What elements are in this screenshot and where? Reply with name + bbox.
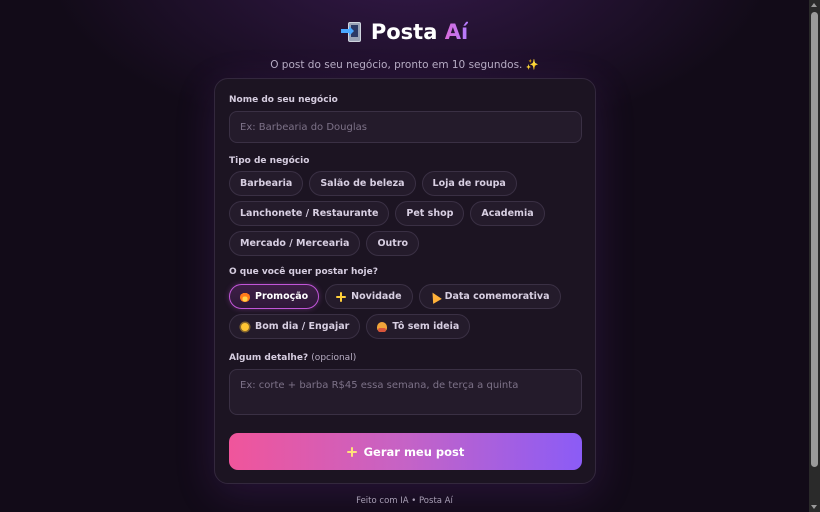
business-name-input[interactable] xyxy=(229,111,582,143)
chip-label: Promoção xyxy=(255,291,309,302)
chip-data-comemorativa[interactable]: Data comemorativa xyxy=(418,284,561,309)
brand-name-accent: Aí xyxy=(444,20,469,44)
post-goal-chips: Promoção Novidade Data comemorativa Bom … xyxy=(229,284,585,339)
business-type-label: Tipo de negócio xyxy=(229,156,310,166)
mobile-phone-arrow-icon xyxy=(340,21,363,43)
chip-outro[interactable]: Outro xyxy=(366,231,420,256)
chip-academia[interactable]: Academia xyxy=(470,201,545,226)
chip-barbearia[interactable]: Barbearia xyxy=(229,171,304,196)
fire-icon xyxy=(240,291,250,302)
chip-mercado-mercearia[interactable]: Mercado / Mercearia xyxy=(229,231,361,256)
chip-pet-shop[interactable]: Pet shop xyxy=(395,201,465,226)
details-textarea[interactable] xyxy=(229,369,582,415)
party-popper-icon xyxy=(427,289,442,304)
chip-novidade[interactable]: Novidade xyxy=(325,284,413,309)
chip-promocion-selected[interactable]: Promoção xyxy=(229,284,320,309)
page-scrollbar[interactable] xyxy=(809,0,820,512)
page: Posta Aí O post do seu negócio, pronto e… xyxy=(0,0,809,512)
header: Posta Aí O post do seu negócio, pronto e… xyxy=(0,18,809,71)
chip-label: Bom dia / Engajar xyxy=(255,321,350,332)
generate-post-label: Gerar meu post xyxy=(363,444,465,459)
business-name-label: Nome do seu negócio xyxy=(229,95,338,105)
chip-lanchonete-restaurante[interactable]: Lanchonete / Restaurante xyxy=(229,201,390,226)
chip-bom-dia-engajar[interactable]: Bom dia / Engajar xyxy=(229,314,361,339)
brand-logo: Posta Aí xyxy=(340,18,469,46)
post-goal-label: O que você quer postar hoje? xyxy=(229,267,378,277)
sun-icon xyxy=(241,322,249,331)
details-label-optional: (opcional) xyxy=(311,353,357,363)
scrollbar-thumb[interactable] xyxy=(811,12,818,467)
post-form-card: Nome do seu negócio Tipo de negócio Barb… xyxy=(214,78,596,484)
tagline: O post do seu negócio, pronto em 10 segu… xyxy=(270,59,539,71)
chip-label: Tô sem ideia xyxy=(392,321,460,332)
details-label-text: Algum detalhe? xyxy=(229,353,309,363)
chip-label: Data comemorativa xyxy=(444,291,550,302)
chip-loja-de-roupa[interactable]: Loja de roupa xyxy=(421,171,517,196)
scroll-down-arrow-icon[interactable] xyxy=(811,505,817,509)
sparkles-icon xyxy=(336,291,347,302)
chip-to-sem-ideia[interactable]: Tô sem ideia xyxy=(366,314,471,339)
scroll-up-arrow-icon[interactable] xyxy=(811,3,817,7)
chip-label: Novidade xyxy=(351,291,402,302)
business-type-chips: Barbearia Salão de beleza Loja de roupa … xyxy=(229,171,585,256)
brand-name: Posta xyxy=(370,20,438,44)
generate-post-button[interactable]: Gerar meu post xyxy=(229,433,582,470)
chip-salao-de-beleza[interactable]: Salão de beleza xyxy=(309,171,416,196)
details-label: Algum detalhe? (opcional) xyxy=(229,353,356,363)
shrug-icon xyxy=(377,321,388,332)
sparkles-icon xyxy=(346,446,357,457)
footer: Feito com IA • Posta Aí xyxy=(356,496,453,506)
